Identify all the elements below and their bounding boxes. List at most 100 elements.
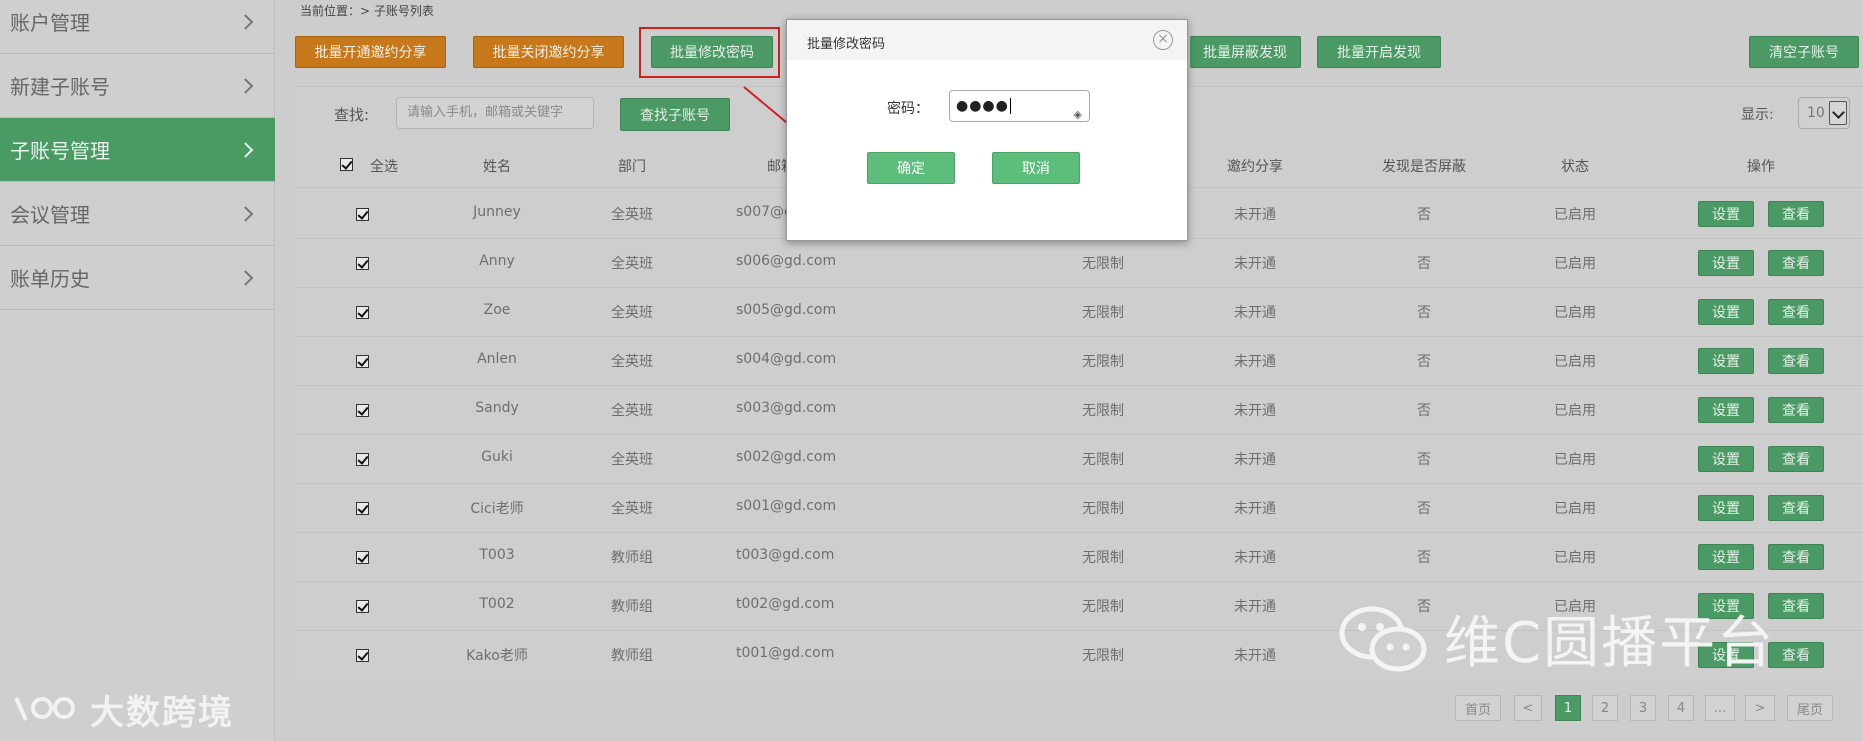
row-divider (294, 287, 1863, 288)
pagination-prev[interactable]: < (1514, 695, 1542, 721)
pagination-page-2[interactable]: 2 (1592, 695, 1618, 721)
cell-email: t003@gd.com (736, 547, 835, 563)
row-checkbox[interactable] (356, 208, 369, 221)
row-checkbox[interactable] (356, 355, 369, 368)
search-input[interactable]: 请输入手机，邮箱或关键字 (396, 97, 594, 129)
cell-status: 已启用 (1554, 501, 1596, 517)
sidebar-item-new-subaccount[interactable]: 新建子账号 (0, 54, 275, 118)
batch-open-discovery-button[interactable]: 批量开启发现 (1317, 36, 1441, 68)
batch-open-share-button[interactable]: 批量开通邀约分享 (295, 36, 446, 68)
password-input[interactable]: ●●●● ◈ (949, 90, 1090, 122)
cell-limit: 无限制 (1082, 256, 1124, 272)
row-divider (294, 532, 1863, 533)
cell-status: 已启用 (1554, 550, 1596, 566)
view-button[interactable]: 查看 (1768, 397, 1824, 423)
view-button[interactable]: 查看 (1768, 299, 1824, 325)
view-button[interactable]: 查看 (1768, 642, 1824, 668)
row-checkbox[interactable] (356, 257, 369, 270)
show-password-icon[interactable]: ◈ (1074, 100, 1083, 130)
view-button[interactable]: 查看 (1768, 593, 1824, 619)
search-subaccount-button[interactable]: 查找子账号 (620, 98, 730, 131)
cell-dept: 全英班 (611, 256, 653, 272)
view-button[interactable]: 查看 (1768, 201, 1824, 227)
sidebar-item-label: 子账号管理 (10, 139, 110, 163)
set-button[interactable]: 设置 (1698, 544, 1754, 570)
header-name: 姓名 (483, 159, 511, 175)
page-size-value: 10 (1807, 105, 1825, 121)
sidebar-item-label: 账户管理 (10, 11, 90, 35)
clear-subaccounts-button[interactable]: 清空子账号 (1749, 36, 1859, 68)
cell-limit: 无限制 (1082, 599, 1124, 615)
chevron-down-icon[interactable] (1829, 101, 1847, 125)
cell-status: 已启用 (1554, 305, 1596, 321)
row-checkbox[interactable] (356, 649, 369, 662)
cell-hidden: 否 (1417, 207, 1431, 223)
header-select-all: 全选 (370, 159, 398, 175)
chevron-right-icon (237, 205, 254, 222)
sidebar-item-billing[interactable]: 账单历史 (0, 246, 275, 310)
row-divider (294, 483, 1863, 484)
cell-hidden: 否 (1417, 501, 1431, 517)
cell-limit: 无限制 (1082, 452, 1124, 468)
cell-share: 未开通 (1234, 207, 1276, 223)
row-checkbox[interactable] (356, 404, 369, 417)
batch-close-share-button[interactable]: 批量关闭邀约分享 (473, 36, 624, 68)
sidebar-item-meeting[interactable]: 会议管理 (0, 182, 275, 246)
set-button[interactable]: 设置 (1698, 495, 1754, 521)
set-button[interactable]: 设置 (1698, 446, 1754, 472)
select-all-checkbox[interactable] (340, 158, 353, 171)
cell-dept: 全英班 (611, 501, 653, 517)
cell-name: T002 (479, 596, 515, 612)
cell-name: Kako老师 (466, 648, 528, 664)
page-size-select[interactable]: 10 (1798, 97, 1850, 129)
set-button[interactable]: 设置 (1698, 348, 1754, 374)
view-button[interactable]: 查看 (1768, 348, 1824, 374)
row-checkbox[interactable] (356, 600, 369, 613)
cell-limit: 无限制 (1082, 550, 1124, 566)
cell-dept: 全英班 (611, 207, 653, 223)
view-button[interactable]: 查看 (1768, 446, 1824, 472)
row-checkbox[interactable] (356, 306, 369, 319)
cell-limit: 无限制 (1082, 354, 1124, 370)
batch-block-discovery-button[interactable]: 批量屏蔽发现 (1190, 36, 1301, 68)
cell-share: 未开通 (1234, 501, 1276, 517)
pagination-page-3[interactable]: 3 (1630, 695, 1656, 721)
cell-hidden: 否 (1417, 256, 1431, 272)
cell-name: Guki (481, 449, 513, 465)
view-button[interactable]: 查看 (1768, 495, 1824, 521)
row-checkbox[interactable] (356, 453, 369, 466)
set-button[interactable]: 设置 (1698, 299, 1754, 325)
chevron-right-icon (237, 13, 254, 30)
cell-dept: 全英班 (611, 305, 653, 321)
cancel-button[interactable]: 取消 (992, 152, 1080, 184)
pagination-ellipsis: ... (1705, 695, 1735, 721)
pagination-first[interactable]: 首页 (1455, 695, 1501, 721)
cell-status: 已启用 (1554, 403, 1596, 419)
row-checkbox[interactable] (356, 502, 369, 515)
password-label: 密码： (887, 101, 929, 117)
view-button[interactable]: 查看 (1768, 250, 1824, 276)
pagination-next[interactable]: > (1745, 695, 1775, 721)
cell-email: t002@gd.com (736, 596, 835, 612)
set-button[interactable]: 设置 (1698, 201, 1754, 227)
pagination-page-4[interactable]: 4 (1668, 695, 1694, 721)
row-divider (294, 581, 1863, 582)
confirm-button[interactable]: 确定 (867, 152, 955, 184)
pagination-last[interactable]: 尾页 (1787, 695, 1833, 721)
view-button[interactable]: 查看 (1768, 544, 1824, 570)
sidebar-item-account[interactable]: 账户管理 (0, 0, 275, 54)
pagination-page-1[interactable]: 1 (1555, 695, 1581, 721)
set-button[interactable]: 设置 (1698, 397, 1754, 423)
row-divider (294, 434, 1863, 435)
cell-name: Zoe (483, 302, 511, 318)
watermark: 维C圆播平台 (1338, 598, 1775, 679)
close-icon[interactable]: × (1153, 30, 1173, 50)
set-button[interactable]: 设置 (1698, 250, 1754, 276)
cell-share: 未开通 (1234, 256, 1276, 272)
cell-email: s006@gd.com (736, 253, 837, 269)
cell-name: Junney (473, 204, 521, 220)
row-checkbox[interactable] (356, 551, 369, 564)
chevron-right-icon (237, 269, 254, 286)
sidebar-item-subaccount-management[interactable]: 子账号管理 (0, 118, 275, 182)
header-hidden: 发现是否屏蔽 (1382, 159, 1466, 175)
